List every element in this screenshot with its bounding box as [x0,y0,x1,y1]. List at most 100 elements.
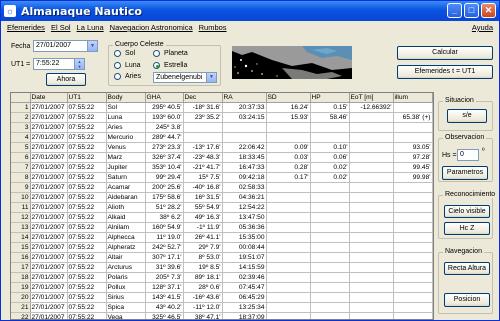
column-header[interactable]: SD [266,93,311,104]
row-number[interactable]: 21 [11,302,31,314]
row-number[interactable]: 16 [11,252,31,264]
table-cell[interactable] [266,132,311,144]
table-cell[interactable] [310,182,350,194]
table-row[interactable]: 7 27/01/2007 07:55:22 Jupiter 353º 10.4' -21º… [11,162,433,174]
table-cell[interactable]: 07:55:22 [67,222,107,234]
table-cell[interactable] [349,262,394,274]
menu-navegacion-astronomica[interactable]: Navegacion Astronomica [110,23,193,32]
chevron-down-icon[interactable]: ▼ [87,41,97,51]
table-cell[interactable]: 26º 41.1' [183,232,223,244]
table-cell[interactable]: 58.46' [310,112,350,124]
table-cell[interactable] [349,272,394,284]
table-row[interactable]: 19 27/01/2007 07:55:22 Pollux 128º 37.1' 28º … [11,282,433,294]
table-cell[interactable]: Spica [106,302,146,314]
table-cell[interactable]: 27/01/2007 [30,212,68,224]
table-cell[interactable] [310,222,350,234]
table-cell[interactable]: 93.05' [393,142,433,154]
table-cell[interactable] [393,252,433,264]
row-number[interactable]: 19 [11,282,31,294]
radio-sol[interactable]: Sol [114,50,135,57]
table-cell[interactable]: 27/01/2007 [30,242,68,254]
table-cell[interactable] [310,282,350,294]
table-row[interactable]: 8 27/01/2007 07:55:22 Saturn 99º 29.4' 15º 7.… [11,172,433,184]
radio-estrella[interactable]: Estrella [153,62,187,69]
table-cell[interactable] [393,122,433,134]
table-cell[interactable] [393,192,433,204]
table-cell[interactable] [183,132,223,144]
table-cell[interactable]: 97.28' [393,152,433,164]
table-cell[interactable]: 245º 3.8' [145,122,184,134]
table-cell[interactable]: 27/01/2007 [30,302,68,314]
row-number[interactable]: 4 [11,132,31,144]
column-header[interactable]: HP [310,93,350,104]
table-cell[interactable]: -11º 12.0' [183,302,223,314]
table-cell[interactable] [349,192,394,204]
column-header[interactable]: Body [106,93,146,104]
table-cell[interactable]: Alphecca [106,232,146,244]
table-cell[interactable]: 38º 6.2' [145,212,184,224]
table-cell[interactable] [349,282,394,294]
table-cell[interactable]: 27/01/2007 [30,142,68,154]
table-cell[interactable]: 43º 40.2' [145,302,184,314]
table-cell[interactable]: 289º 44.7' [145,132,184,144]
table-cell[interactable] [349,202,394,214]
table-cell[interactable] [310,272,350,284]
table-row[interactable]: 11 27/01/2007 07:55:22 Alioth 51º 28.2' 55º 5… [11,202,433,214]
table-cell[interactable] [310,312,350,319]
table-cell[interactable] [393,292,433,304]
table-cell[interactable]: 143º 41.5' [145,292,184,304]
table-cell[interactable]: 16:47:33 [222,162,267,174]
table-row[interactable]: 10 27/01/2007 07:55:22 Aldebaran 175º 58.6' 1… [11,192,433,204]
table-cell[interactable]: 05:36:36 [222,222,267,234]
table-row[interactable]: 17 27/01/2007 07:55:22 Arcturus 31º 39.6' 19º… [11,262,433,274]
table-cell[interactable]: 27/01/2007 [30,232,68,244]
table-cell[interactable]: 0.03' [266,152,311,164]
table-cell[interactable]: 0.28' [266,162,311,174]
table-cell[interactable]: 27/01/2007 [30,132,68,144]
table-cell[interactable]: 99.45' [393,162,433,174]
table-cell[interactable]: 31º 39.6' [145,262,184,274]
table-cell[interactable]: 89º 18.1' [183,272,223,284]
title-bar[interactable]: ☼ Almanaque Nautico _ □ ✕ [1,1,499,21]
table-cell[interactable] [349,112,394,124]
table-cell[interactable] [393,262,433,274]
table-cell[interactable]: 00:08:44 [222,242,267,254]
column-header[interactable]: UT1 [67,93,107,104]
row-number[interactable]: 13 [11,222,31,234]
row-number[interactable]: 18 [11,272,31,284]
column-header[interactable]: Date [30,93,68,104]
cielo-visible-button[interactable]: Cielo visible [444,205,490,218]
table-cell[interactable]: Altair [106,252,146,264]
radio-circle[interactable] [114,50,121,57]
column-header[interactable]: GHA [145,93,184,104]
table-cell[interactable] [266,222,311,234]
row-number[interactable]: 12 [11,212,31,224]
table-cell[interactable] [266,272,311,284]
table-cell[interactable]: 27/01/2007 [30,262,68,274]
table-cell[interactable]: 27/01/2007 [30,102,68,114]
table-cell[interactable] [310,192,350,204]
table-row[interactable]: 13 27/01/2007 07:55:22 Alnilam 160º 54.9' -1º… [11,222,433,234]
row-number[interactable]: 22 [11,312,31,319]
menu-el-sol[interactable]: El Sol [51,23,71,32]
table-cell[interactable]: -21º 41.7' [183,162,223,174]
table-cell[interactable]: 242º 52.7' [145,242,184,254]
table-cell[interactable]: 07:55:22 [67,312,107,319]
table-row[interactable]: 16 27/01/2007 07:55:22 Altair 307º 17.1' 8º 5… [11,252,433,264]
table-cell[interactable] [222,132,267,144]
star-select[interactable]: Zubenelgenubi ▼ [153,72,217,83]
row-number[interactable]: 7 [11,162,31,174]
chevron-down-icon[interactable]: ▼ [206,73,216,82]
table-cell[interactable]: 13:25:34 [222,302,267,314]
table-cell[interactable] [266,202,311,214]
table-cell[interactable] [310,132,350,144]
table-cell[interactable]: 13:47:50 [222,212,267,224]
table-cell[interactable]: 09:42:18 [222,172,267,184]
table-cell[interactable] [266,242,311,254]
table-cell[interactable]: 15º 7.5' [183,172,223,184]
table-cell[interactable]: Alioth [106,202,146,214]
table-cell[interactable]: 11º 19.0' [145,232,184,244]
table-row[interactable]: 12 27/01/2007 07:55:22 Alkaid 38º 6.2' 49º 16… [11,212,433,224]
table-cell[interactable]: 07:55:22 [67,182,107,194]
table-cell[interactable]: Mercurio [106,132,146,144]
